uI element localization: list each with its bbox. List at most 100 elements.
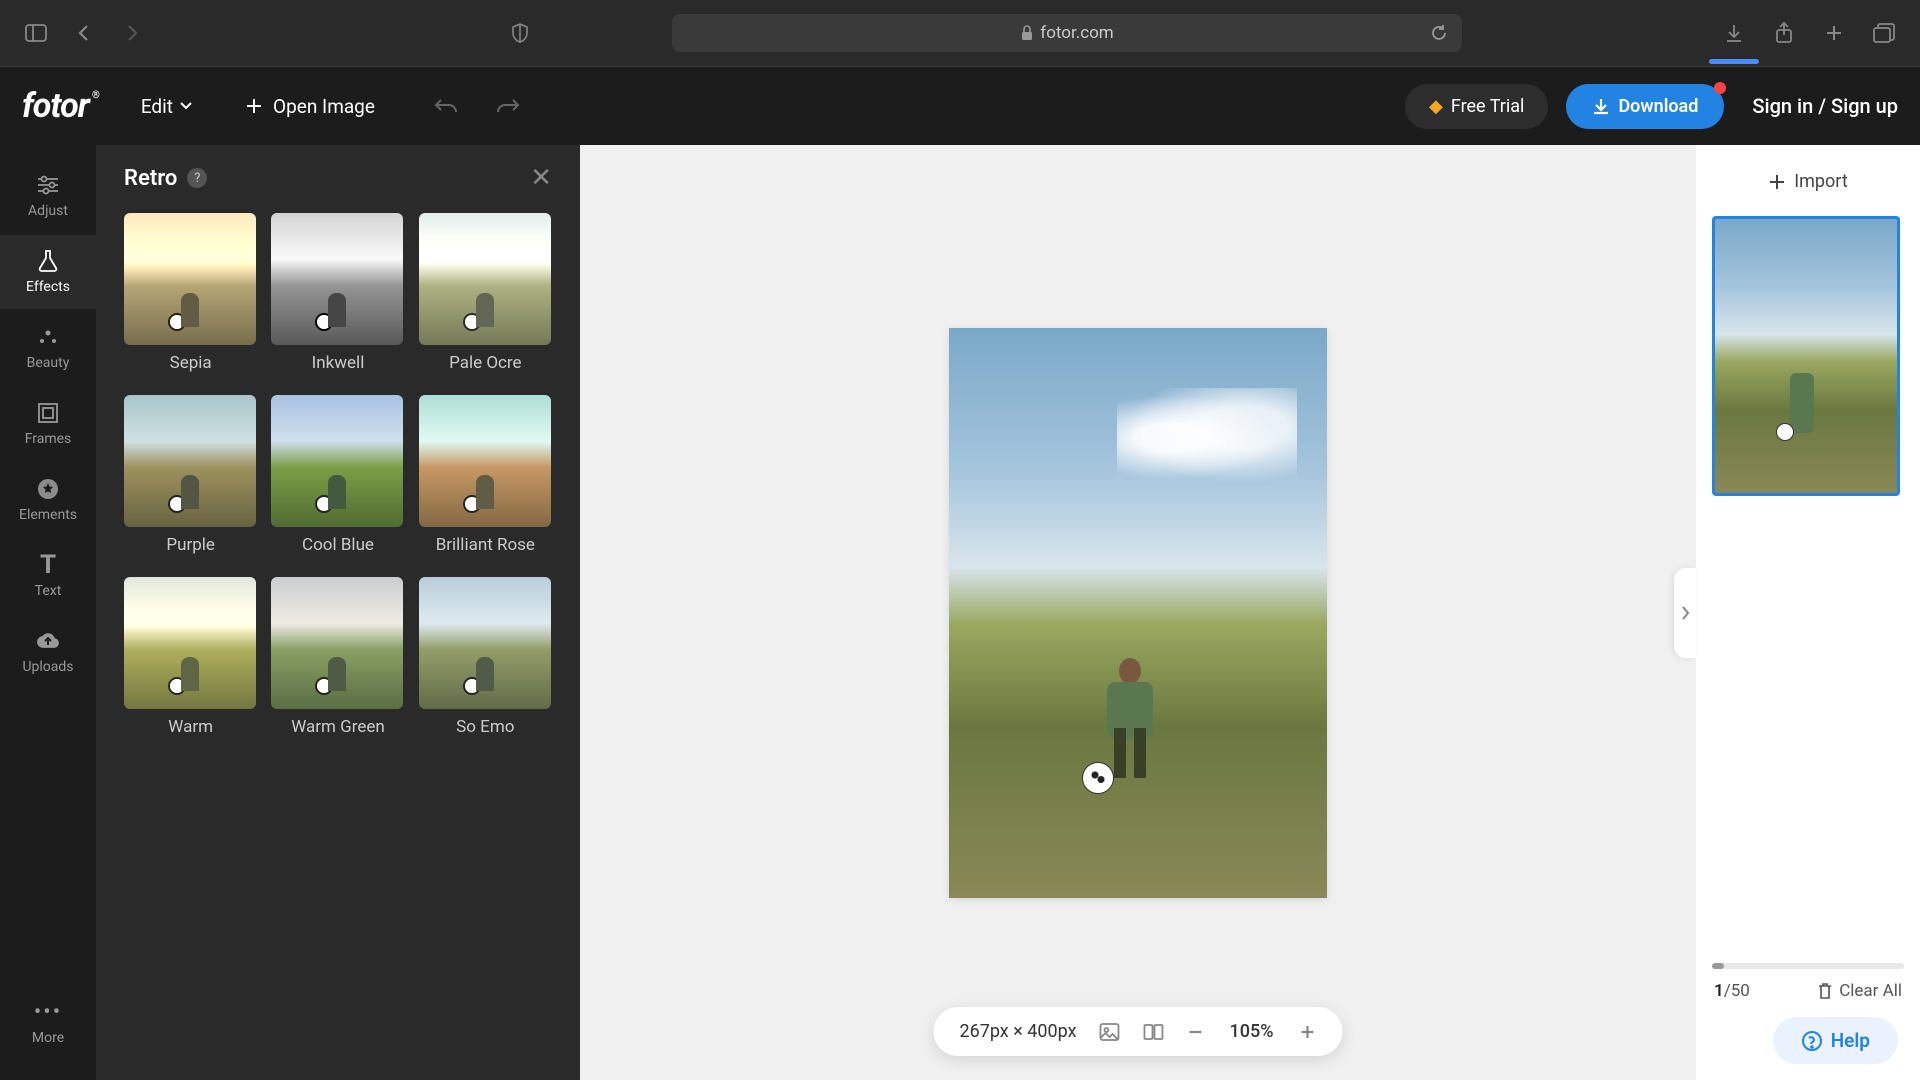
help-circle-icon: [1801, 1030, 1823, 1052]
forward-icon: [116, 17, 148, 49]
nav-uploads[interactable]: Uploads: [0, 615, 96, 689]
close-icon[interactable]: ✕: [530, 163, 552, 193]
import-label: Import: [1794, 171, 1847, 192]
nav-frames[interactable]: Frames: [0, 387, 96, 461]
nav-label: Elements: [19, 507, 77, 523]
nav-effects[interactable]: Effects: [0, 235, 96, 309]
sliders-icon: [36, 173, 60, 197]
effect-brilliantrose[interactable]: Brilliant Rose: [419, 395, 552, 567]
free-trial-label: Free Trial: [1451, 96, 1525, 117]
effect-thumb: [124, 213, 256, 345]
clear-all-button[interactable]: Clear All: [1817, 981, 1902, 1001]
dots-icon: •••: [34, 1000, 62, 1024]
refresh-icon[interactable]: [1430, 24, 1448, 42]
effect-paleocre[interactable]: Pale Ocre: [419, 213, 552, 385]
thumbnail-size-slider[interactable]: [1712, 963, 1904, 969]
tabs-icon[interactable]: [1868, 17, 1900, 49]
effect-warm[interactable]: Warm: [124, 577, 257, 749]
main: Adjust Effects Beauty Frames Elements T …: [0, 145, 1920, 1080]
expand-right-tab[interactable]: [1674, 568, 1696, 658]
text-icon: T: [40, 553, 56, 577]
notification-dot: [1714, 82, 1726, 94]
effects-panel: Retro ? ✕ Sepia Inkwell Pale Ocre PurpleCoo…: [96, 145, 580, 1080]
trash-icon: [1817, 982, 1833, 1000]
plus-icon: [1768, 173, 1786, 191]
frame-icon: [37, 401, 59, 425]
sidebar-toggle-icon[interactable]: [20, 17, 52, 49]
new-tab-icon[interactable]: [1818, 17, 1850, 49]
shield-icon[interactable]: [504, 17, 536, 49]
open-image-button[interactable]: Open Image: [245, 95, 375, 118]
auth-link[interactable]: Sign in / Sign up: [1752, 94, 1898, 118]
undo-icon[interactable]: [433, 96, 459, 116]
url-bar[interactable]: fotor.com: [672, 14, 1462, 52]
canvas-image[interactable]: [949, 328, 1327, 898]
effect-warmgreen[interactable]: Warm Green: [271, 577, 404, 749]
dimensions-text: 267px × 400px: [959, 1021, 1076, 1042]
zoom-out-icon[interactable]: [1187, 1023, 1205, 1041]
share-icon[interactable]: [1768, 17, 1800, 49]
chevron-down-icon: [179, 101, 193, 111]
effect-thumb: [419, 213, 551, 345]
nav-text[interactable]: T Text: [0, 539, 96, 613]
effect-soemo[interactable]: So Emo: [419, 577, 552, 749]
zoom-in-icon[interactable]: [1299, 1023, 1317, 1041]
redo-icon[interactable]: [495, 96, 521, 116]
image-icon[interactable]: [1099, 1022, 1121, 1042]
effect-thumb: [271, 395, 403, 527]
zoom-value: 105%: [1227, 1021, 1277, 1042]
effect-sepia[interactable]: Sepia: [124, 213, 257, 385]
flask-icon: [37, 249, 59, 273]
star-icon: [37, 477, 59, 501]
thumbnail-item[interactable]: [1712, 216, 1900, 496]
nav-adjust[interactable]: Adjust: [0, 159, 96, 233]
help-button[interactable]: Help: [1773, 1017, 1898, 1064]
canvas-area[interactable]: 267px × 400px 105%: [580, 145, 1696, 1080]
import-button[interactable]: Import: [1712, 161, 1904, 202]
logo[interactable]: fotor®: [22, 86, 89, 126]
downloads-icon[interactable]: [1718, 17, 1750, 49]
edit-dropdown[interactable]: Edit: [141, 95, 193, 118]
effect-label: Inkwell: [271, 353, 404, 373]
effect-label: Warm Green: [271, 717, 404, 737]
lock-icon: [1020, 25, 1034, 41]
nav-elements[interactable]: Elements: [0, 463, 96, 537]
nav-label: Beauty: [27, 355, 70, 371]
back-icon[interactable]: [68, 17, 100, 49]
help-label: Help: [1831, 1029, 1870, 1052]
browser-chrome: fotor.com: [0, 0, 1920, 67]
nav-label: Text: [35, 583, 62, 599]
compare-icon[interactable]: [1143, 1022, 1165, 1042]
help-icon[interactable]: ?: [187, 168, 207, 188]
effect-thumb: [271, 213, 403, 345]
effect-thumb: [271, 577, 403, 709]
download-button[interactable]: Download: [1566, 84, 1724, 129]
effect-thumb: [124, 577, 256, 709]
left-nav: Adjust Effects Beauty Frames Elements T …: [0, 145, 96, 1080]
effect-inkwell[interactable]: Inkwell: [271, 213, 404, 385]
effect-coolblue[interactable]: Cool Blue: [271, 395, 404, 567]
edit-label: Edit: [141, 95, 173, 118]
clear-label: Clear All: [1839, 981, 1902, 1001]
nav-more[interactable]: ••• More: [0, 986, 96, 1060]
nav-label: More: [32, 1030, 64, 1046]
nav-beauty[interactable]: Beauty: [0, 311, 96, 385]
effect-label: Brilliant Rose: [419, 535, 552, 555]
thumbnail-list: [1712, 216, 1904, 963]
effect-label: Sepia: [124, 353, 257, 373]
panel-title: Retro: [124, 166, 177, 191]
effect-thumb: [419, 395, 551, 527]
effect-thumb: [124, 395, 256, 527]
effect-label: So Emo: [419, 717, 552, 737]
download-label: Download: [1618, 96, 1698, 117]
effect-purple[interactable]: Purple: [124, 395, 257, 567]
nav-label: Frames: [25, 431, 72, 447]
effect-label: Pale Ocre: [419, 353, 552, 373]
effect-label: Warm: [124, 717, 257, 737]
canvas-toolbar: 267px × 400px 105%: [933, 1007, 1342, 1056]
effect-thumb: [419, 577, 551, 709]
page-count: 1/50: [1714, 981, 1750, 1001]
sparkle-icon: [36, 325, 60, 349]
free-trial-button[interactable]: ◆ Free Trial: [1405, 84, 1548, 129]
nav-label: Uploads: [22, 659, 73, 675]
